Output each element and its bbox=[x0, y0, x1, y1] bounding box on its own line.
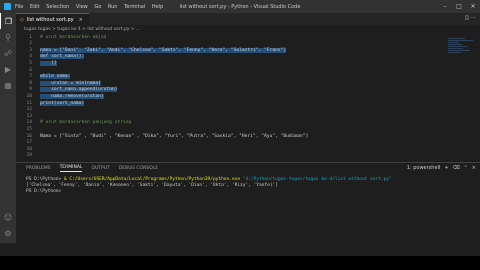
python-file-icon: ◇ bbox=[20, 16, 24, 23]
code-line[interactable]: 15 bbox=[16, 126, 471, 132]
code-line[interactable]: 1 # urut berdasarkan abjad bbox=[16, 34, 471, 40]
code-line[interactable]: 8 urutan = min(nama) bbox=[16, 80, 471, 86]
account-icon[interactable]: ☺ bbox=[0, 209, 16, 225]
terminal-command-arg: "d:/Python/tugas-tugas/tugas ke-4/list w… bbox=[240, 177, 392, 182]
add-terminal-icon[interactable]: + bbox=[444, 165, 448, 171]
title-bar: File Edit Selection View Go Run Terminal… bbox=[0, 0, 480, 13]
tab-terminal[interactable]: TERMINAL bbox=[59, 165, 83, 172]
code-text: Nama = ["Sinta" , "Budi" , "Kenan" , "Di… bbox=[40, 133, 309, 139]
menu-view[interactable]: View bbox=[76, 4, 88, 10]
line-number: 11 bbox=[26, 100, 32, 106]
line-number: 4 bbox=[29, 54, 32, 60]
source-control-icon[interactable]: ☍ bbox=[0, 45, 16, 61]
code-text: sort_nama.append(urutan) bbox=[40, 87, 118, 93]
run-debug-icon[interactable]: ▶ bbox=[0, 61, 16, 77]
line-number: 2 bbox=[29, 41, 32, 47]
code-line[interactable]: 9 sort_nama.append(urutan) bbox=[16, 87, 471, 93]
code-text: def sort_nama(): bbox=[40, 54, 85, 60]
tab-list-without-sort[interactable]: ◇ list without sort.py × bbox=[16, 13, 89, 25]
code-line[interactable]: 18 bbox=[16, 146, 471, 152]
code-text: nama.remove(urutan) bbox=[40, 93, 104, 99]
minimize-icon[interactable]: – bbox=[438, 0, 452, 13]
bottom-panel: PROBLEMS TERMINAL OUTPUT DEBUG CONSOLE 1… bbox=[16, 162, 480, 244]
terminal-command: & C:/Users/USER/AppData/Local/Programs/P… bbox=[63, 177, 241, 182]
line-number: 1 bbox=[29, 34, 32, 40]
code-line[interactable]: 14 # urut berdasarkan panjang string bbox=[16, 120, 471, 126]
line-number: 9 bbox=[29, 87, 32, 93]
line-number: 15 bbox=[26, 126, 32, 132]
terminal-select[interactable]: 1: powershell bbox=[407, 165, 441, 171]
breadcrumb[interactable]: tugas tugas > tugas ke 4 > list without … bbox=[16, 25, 480, 34]
code-line[interactable]: 2 bbox=[16, 41, 471, 47]
line-number: 19 bbox=[26, 153, 32, 159]
code-line[interactable]: 4 def sort_nama(): bbox=[16, 54, 471, 60]
code-line[interactable]: 11 print(sort_nama) bbox=[16, 100, 471, 106]
menu-run[interactable]: Run bbox=[108, 4, 118, 10]
editor-tabs: ◇ list without sort.py × ◫ ⋯ bbox=[16, 13, 480, 25]
line-number: 17 bbox=[26, 140, 32, 146]
menu-go[interactable]: Go bbox=[94, 4, 101, 10]
menu-help[interactable]: Help bbox=[152, 4, 163, 10]
code-line[interactable]: 7 while nama: bbox=[16, 74, 471, 80]
screen-frame: File Edit Selection View Go Run Terminal… bbox=[0, 0, 480, 270]
gear-icon[interactable]: ⚙ bbox=[0, 225, 16, 241]
tab-output[interactable]: OUTPUT bbox=[91, 166, 109, 171]
panel-controls: 1: powershell + ⌫ ⌃ × bbox=[407, 165, 476, 171]
code-text: # urut berdasarkan panjang string bbox=[40, 120, 132, 126]
line-number: 16 bbox=[26, 133, 32, 139]
code-text: urutan = min(nama) bbox=[40, 80, 101, 86]
code-line[interactable]: 17 bbox=[16, 140, 471, 146]
vscode-logo-icon bbox=[4, 3, 11, 10]
menu-selection[interactable]: Selection bbox=[46, 4, 69, 10]
menu-bar: File Edit Selection View Go Run Terminal… bbox=[15, 4, 168, 10]
minimap[interactable] bbox=[448, 37, 476, 77]
menu-edit[interactable]: Edit bbox=[30, 4, 40, 10]
line-number: 18 bbox=[26, 146, 32, 152]
line-number: 14 bbox=[26, 120, 32, 126]
code-line[interactable]: 10 nama.remove(urutan) bbox=[16, 93, 471, 99]
close-panel-icon[interactable]: × bbox=[472, 165, 476, 171]
tab-problems[interactable]: PROBLEMS bbox=[26, 166, 51, 171]
chevron-up-icon[interactable]: ⌃ bbox=[464, 165, 468, 171]
code-text: while nama: bbox=[40, 74, 71, 80]
code-line[interactable]: 6 bbox=[16, 67, 471, 73]
line-number: 12 bbox=[26, 107, 32, 113]
trash-icon[interactable]: ⌫ bbox=[453, 165, 460, 171]
code-editor[interactable]: 1 # urut berdasarkan abjad 2 3 nama = ["Dani… bbox=[16, 34, 480, 162]
vscode-window: ❐ ⚲ ☍ ▶ ▦ ☺ ⚙ ◇ list without sort.py × ◫… bbox=[0, 13, 480, 256]
terminal-prompt: PS D:\Python> bbox=[26, 177, 64, 182]
extensions-icon[interactable]: ▦ bbox=[0, 77, 16, 93]
tab-label: list without sort.py bbox=[26, 16, 74, 23]
line-number: 13 bbox=[26, 113, 32, 119]
code-text: nama = ["Dani", "Zaki", "Andi", "Chelsea… bbox=[40, 47, 287, 53]
line-number: 8 bbox=[29, 80, 32, 86]
code-text: [] bbox=[40, 60, 57, 66]
terminal-output[interactable]: PS D:\Python> & C:/Users/USER/AppData/Lo… bbox=[26, 177, 392, 195]
code-line[interactable]: 13 bbox=[16, 113, 471, 119]
close-icon[interactable]: ✕ bbox=[466, 0, 480, 13]
line-number: 6 bbox=[29, 67, 32, 73]
search-icon[interactable]: ⚲ bbox=[0, 29, 16, 45]
code-line[interactable]: 12 bbox=[16, 107, 471, 113]
line-number: 5 bbox=[29, 60, 32, 66]
code-line[interactable]: 3 nama = ["Dani", "Zaki", "Andi", "Chelse… bbox=[16, 47, 471, 53]
line-number: 10 bbox=[26, 93, 32, 99]
line-number: 3 bbox=[29, 47, 32, 53]
code-text: print(sort_nama) bbox=[40, 100, 85, 106]
menu-file[interactable]: File bbox=[15, 4, 23, 10]
code-text: # urut berdasarkan abjad bbox=[40, 34, 107, 40]
menu-terminal[interactable]: Terminal bbox=[124, 4, 145, 10]
terminal-prompt-current: PS D:\Python> bbox=[26, 189, 64, 194]
terminal-result: ['Chelsea', 'Fenny', 'Dania', 'Kenanen',… bbox=[26, 183, 278, 188]
maximize-icon[interactable]: □ bbox=[452, 0, 466, 13]
code-line[interactable]: 16 Nama = ["Sinta" , "Budi" , "Kenan" , "… bbox=[16, 133, 471, 139]
line-number: 7 bbox=[29, 74, 32, 80]
code-line[interactable]: 19 bbox=[16, 153, 471, 159]
tab-debug-console[interactable]: DEBUG CONSOLE bbox=[119, 166, 158, 171]
explorer-icon[interactable]: ❐ bbox=[0, 13, 16, 29]
code-line[interactable]: 5 [] bbox=[16, 60, 471, 66]
split-editor-icon[interactable]: ◫ ⋯ bbox=[465, 15, 476, 21]
activity-bar: ❐ ⚲ ☍ ▶ ▦ ☺ ⚙ bbox=[0, 13, 16, 243]
close-tab-icon[interactable]: × bbox=[79, 17, 83, 23]
